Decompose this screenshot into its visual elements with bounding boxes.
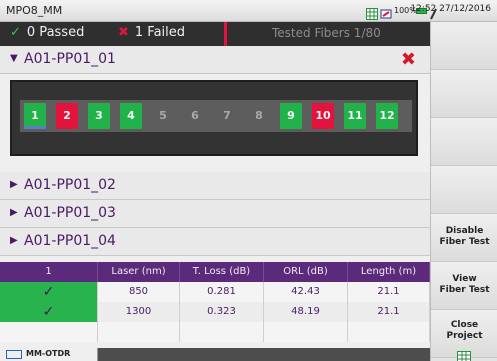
bottom-bar: MM-OTDR [0, 348, 497, 361]
sidebar-empty-button-3[interactable] [431, 118, 497, 166]
passed-count: ✓ 0 Passed [10, 25, 85, 40]
group-header-a01-pp01-01[interactable]: ▼ A01-PP01_01 ✖ [0, 46, 430, 74]
sidebar-empty-button-2[interactable] [431, 70, 497, 118]
chevron-down-icon: ▼ [10, 53, 18, 64]
table-cell [180, 322, 264, 342]
fiber-2[interactable]: 2 [56, 103, 78, 129]
table-cell: 0.281 [180, 282, 264, 302]
status-divider [224, 22, 227, 46]
fiber-10[interactable]: 10 [312, 103, 334, 129]
check-icon: ✓ [10, 25, 21, 40]
group-header-a01-pp01-02[interactable]: ▶ A01-PP01_02 [0, 172, 430, 200]
column-header: 1 [0, 262, 98, 282]
group-label: A01-PP01_02 [24, 177, 116, 193]
disable-fiber-test-button[interactable]: Disable Fiber Test [431, 214, 497, 262]
fiber-1[interactable]: 1 [24, 103, 46, 129]
sidebar-empty-button-4[interactable] [431, 166, 497, 214]
group-header-a01-pp01-04[interactable]: ▶ A01-PP01_04 [0, 228, 430, 256]
fiber-5[interactable]: 5 [152, 103, 174, 129]
button-label: Project [446, 331, 483, 341]
column-header: T. Loss (dB) [180, 262, 264, 282]
chevron-right-icon: ▶ [10, 235, 18, 246]
table-cell [98, 322, 180, 342]
chevron-right-icon: ▶ [10, 207, 18, 218]
table-row-empty [0, 322, 430, 342]
fiber-11[interactable]: 11 [344, 103, 366, 129]
table-cell: 21.1 [348, 302, 430, 322]
fiber-12[interactable]: 12 [376, 103, 398, 129]
table-row[interactable]: ✓ 1300 0.323 48.19 21.1 [0, 302, 430, 322]
failed-count: ✖ 1 Failed [118, 25, 186, 40]
fiber-strip: 1 2 3 4 5 6 7 8 9 10 11 12 [20, 100, 412, 132]
button-label: Close [450, 320, 479, 330]
table-cell [348, 322, 430, 342]
tab-label: MM-OTDR [26, 349, 71, 358]
button-label: Fiber Test [439, 285, 490, 295]
clock: 12:52 27/12/2016 [410, 4, 491, 14]
group-label: A01-PP01_04 [24, 233, 116, 249]
tab-mm-otdr[interactable]: MM-OTDR [0, 348, 98, 361]
app-root: MPO8_MM 100% 12:52 27/12/2016 ✓ 0 Passed … [0, 0, 497, 361]
column-header: Laser (nm) [98, 262, 180, 282]
view-fiber-test-button[interactable]: View Fiber Test [431, 262, 497, 310]
title-bar: MPO8_MM 100% 12:52 27/12/2016 [0, 0, 497, 22]
table-cell: 850 [98, 282, 180, 302]
sidebar-empty-button-1[interactable] [431, 22, 497, 70]
table-cell: 1300 [98, 302, 180, 322]
table-cell: 42.43 [264, 282, 348, 302]
button-label: View [452, 274, 477, 284]
mpo-connector-panel: 1 2 3 4 5 6 7 8 9 10 11 12 [10, 80, 418, 156]
action-sidebar: Disable Fiber Test View Fiber Test Close Pr… [430, 22, 497, 361]
table-cell: 0.323 [180, 302, 264, 322]
fiber-4[interactable]: 4 [120, 103, 142, 129]
column-header: Length (m) [348, 262, 430, 282]
cross-icon: ✖ [118, 25, 129, 40]
button-label: Disable [445, 226, 484, 236]
group-header-a01-pp01-03[interactable]: ▶ A01-PP01_03 [0, 200, 430, 228]
fiber-groups-panel: ▼ A01-PP01_01 ✖ 1 2 3 4 5 6 7 8 9 10 11 … [0, 46, 430, 348]
fiber-3[interactable]: 3 [88, 103, 110, 129]
fiber-6[interactable]: 6 [184, 103, 206, 129]
group-label: A01-PP01_01 [24, 51, 116, 67]
window-title: MPO8_MM [6, 4, 63, 17]
table-cell: 21.1 [348, 282, 430, 302]
grid-icon[interactable] [457, 348, 471, 361]
column-header: ORL (dB) [264, 262, 348, 282]
tested-fibers: Tested Fibers 1/80 [272, 26, 381, 40]
table-row[interactable]: ✓ 850 0.281 42.43 21.1 [0, 282, 430, 302]
check-icon: ✓ [0, 302, 98, 322]
table-cell [264, 322, 348, 342]
button-label: Fiber Test [439, 237, 490, 247]
table-cell: 48.19 [264, 302, 348, 322]
close-icon[interactable]: ✖ [401, 49, 416, 70]
table-header: 1 Laser (nm) T. Loss (dB) ORL (dB) Lengt… [0, 262, 430, 282]
fiber-7[interactable]: 7 [216, 103, 238, 129]
otdr-trace-icon [6, 350, 22, 359]
check-icon: ✓ [0, 282, 98, 302]
test-status-bar: ✓ 0 Passed ✖ 1 Failed Tested Fibers 1/80 [0, 22, 430, 46]
table-cell [0, 322, 98, 342]
group-label: A01-PP01_03 [24, 205, 116, 221]
fiber-9[interactable]: 9 [280, 103, 302, 129]
fiber-8[interactable]: 8 [248, 103, 270, 129]
chevron-right-icon: ▶ [10, 179, 18, 190]
